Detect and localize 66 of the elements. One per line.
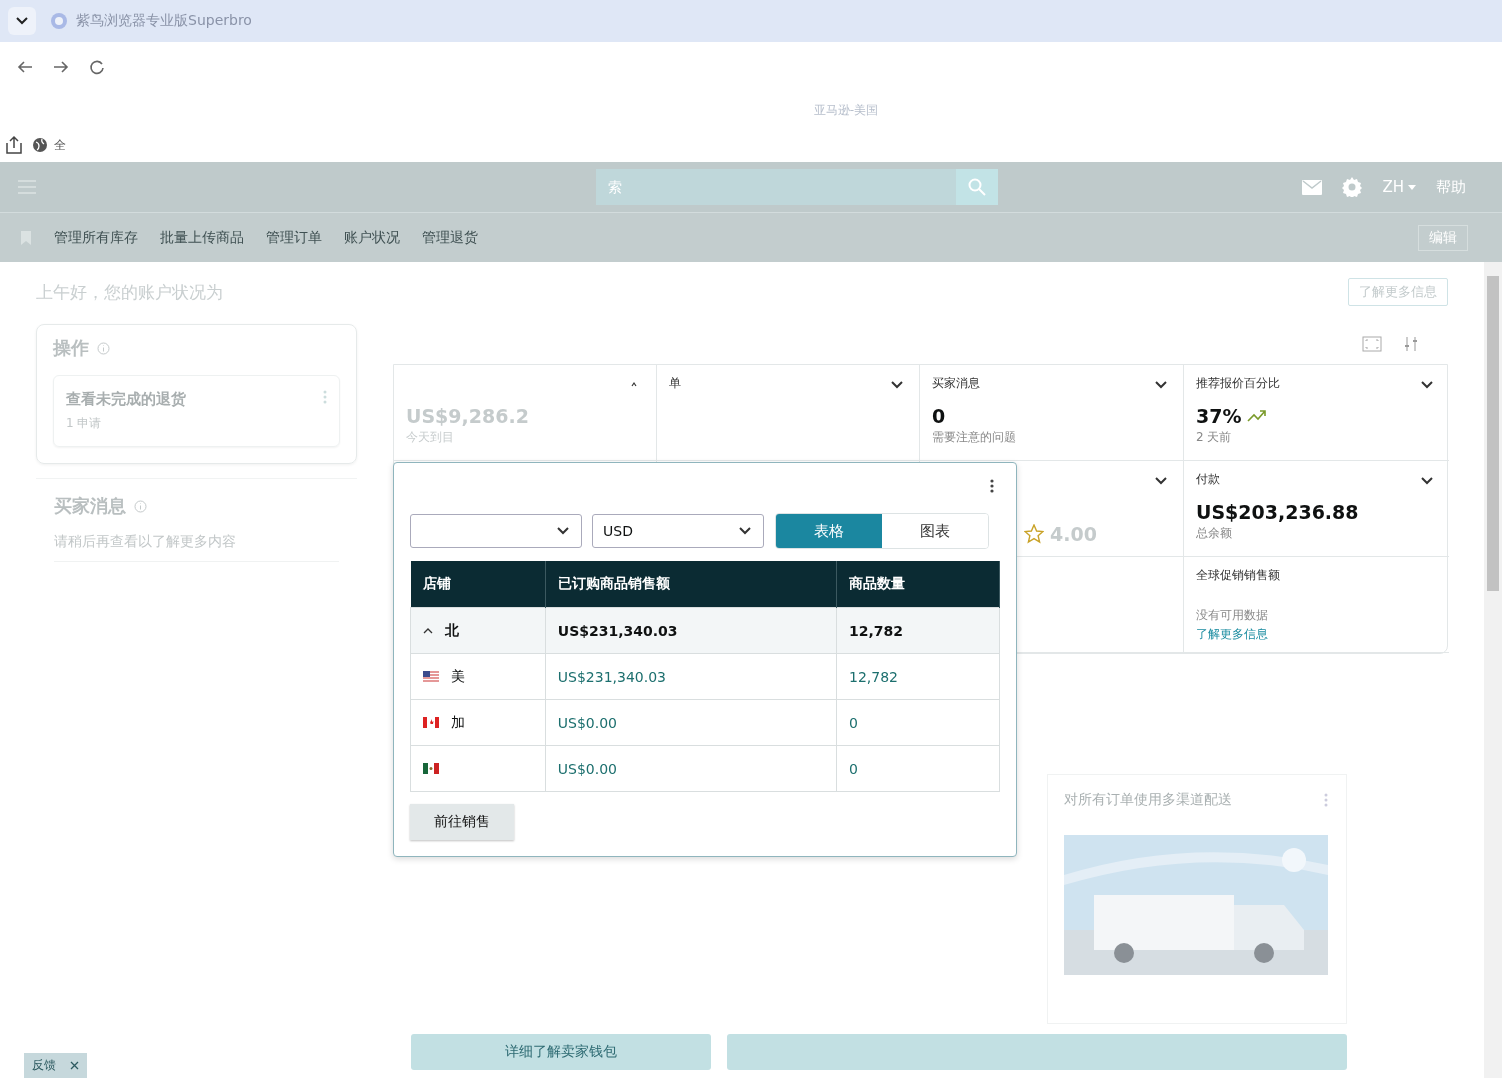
browser-logo-icon [50,12,68,30]
card-title: 操作 [53,336,89,360]
metric-note: 总余额 [1196,525,1233,542]
table-cell: 加 [410,699,546,746]
flag-icon [423,763,439,774]
nav-link[interactable]: 管理退货 [422,228,478,247]
metric-note: 没有可用数据 [1196,607,1269,624]
info-icon [134,499,147,513]
globe-icon [32,137,48,153]
section-title: 买家消息 [54,494,126,518]
search-field[interactable]: 索 [596,169,956,205]
reload-icon[interactable] [88,58,106,76]
table-cell: 美 [410,653,546,700]
close-icon[interactable] [70,1061,79,1070]
flag-icon [423,671,439,682]
table-cell: US$0.00 [545,699,837,746]
kebab-menu-icon[interactable] [990,479,994,493]
card-title: 对所有订单使用多渠道配送 [1064,791,1232,809]
metric-label: 全球促销销售额 [1196,568,1280,582]
metric-value: 37% [1196,405,1242,427]
metric-note: 2 天前 [1196,429,1233,446]
column-header: 商品数量 [836,561,1000,608]
bookmark-link[interactable]: 全 [54,136,66,154]
table-cell: US$0.00 [545,745,837,792]
table-cell: 0 [836,699,1000,746]
currency-dropdown[interactable]: USD [592,514,764,548]
caret-down-icon [1408,184,1416,190]
dashboard-button[interactable]: 前往销售 [410,804,514,840]
metric-value: 4.00 [1050,523,1097,545]
metric-label: 买家消息 [932,376,980,390]
nav-link[interactable]: 管理所有库存 [54,228,138,247]
star-icon [1024,524,1044,544]
search-icon [968,178,986,196]
scrollbar[interactable] [1484,262,1502,1078]
metric-value: US$9,286.2 [406,405,529,427]
metric-label: 推荐报价百分比 [1196,376,1280,390]
metric-note: 需要注意的问题 [932,429,1017,446]
tab-list-button[interactable] [8,7,36,35]
metric-value: 0 [932,405,946,427]
metric-value: US$203,236.88 [1196,501,1359,523]
table-cell: 12,782 [836,653,1000,700]
metric-label: 单 [669,376,681,390]
site-label: 亚马逊-美国 [813,101,879,119]
column-header: 店铺 [410,561,546,608]
action-count: 1 申请 [66,415,103,432]
empty-message: 请稍后再查看以了解更多内容 [54,533,339,562]
view-toggle[interactable]: 表格 [776,514,882,548]
flag-icon [423,717,439,728]
table-cell: 12,782 [836,607,1000,654]
trend-up-icon [1247,409,1268,423]
table-cell: US$231,340.03 [545,653,837,700]
nav-link[interactable]: 管理订单 [266,228,322,247]
info-icon [97,341,110,355]
table-cell: 北 [410,607,546,654]
sliders-icon[interactable] [1404,337,1418,351]
nav-link[interactable]: 批量上传商品 [160,228,244,247]
nav-link[interactable]: 账户状况 [344,228,400,247]
table-cell: 0 [836,745,1000,792]
learn-more-link[interactable]: 了解更多信息 [1196,626,1437,643]
table-cell: US$231,340.03 [545,607,837,654]
share-icon[interactable] [4,135,24,155]
metric-label: 付款 [1196,472,1220,486]
column-header: 已订购商品销售额 [545,561,837,608]
caret-up-icon[interactable] [423,626,433,635]
wallet-button[interactable]: 详细了解卖家钱包 [411,1034,711,1070]
action-title: 查看未完成的退货 [66,390,186,409]
